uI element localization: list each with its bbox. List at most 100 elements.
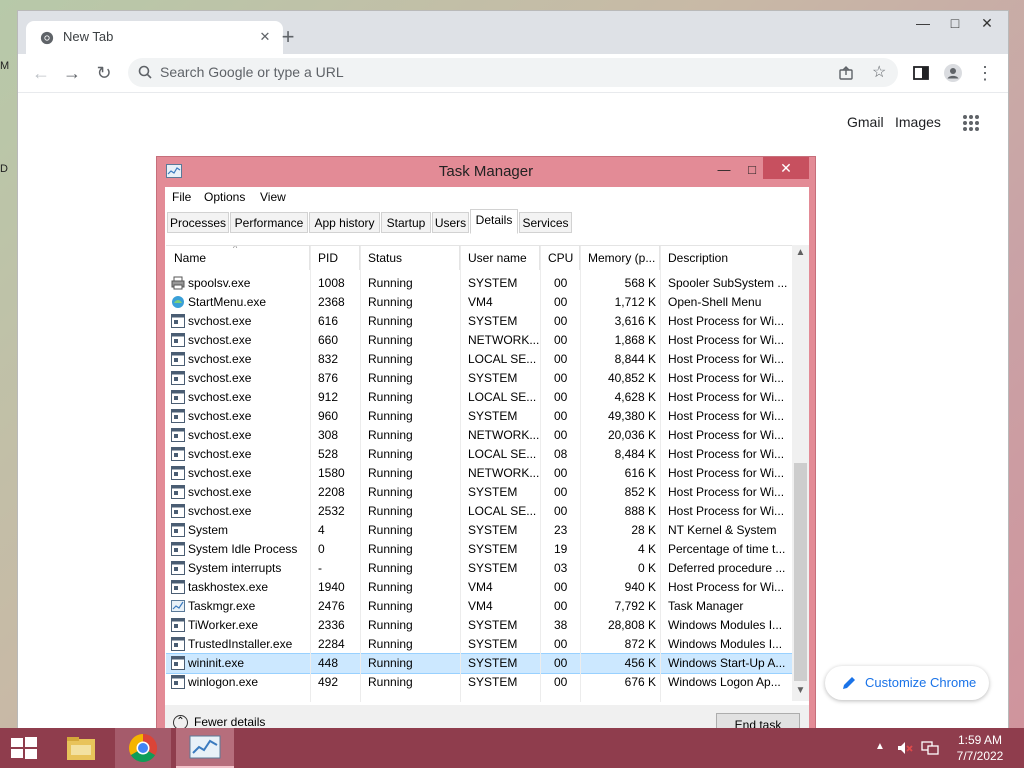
profile-icon[interactable] <box>943 63 963 83</box>
side-panel-icon[interactable] <box>911 63 931 83</box>
table-row[interactable]: wininit.exe 448 Running SYSTEM 00 456 K Window… <box>166 653 792 674</box>
process-icon <box>171 447 185 461</box>
cell-mem: 456 K <box>624 656 656 670</box>
new-tab-button[interactable]: + <box>276 25 300 49</box>
table-row[interactable]: svchost.exe 308 Running NETWORK... 00 20,036 … <box>166 426 792 445</box>
table-row[interactable]: winlogon.exe 492 Running SYSTEM 00 676 K Windo… <box>166 673 792 692</box>
col-header-pid[interactable]: PID <box>310 246 360 270</box>
cell-name: svchost.exe <box>188 504 252 518</box>
scroll-down-arrow-icon[interactable]: ▼ <box>792 685 809 696</box>
menu-options[interactable]: Options <box>204 190 245 204</box>
forward-icon[interactable]: → <box>60 62 84 84</box>
cell-desc: NT Kernel & System <box>668 523 777 537</box>
table-row[interactable]: System 4 Running SYSTEM 23 28 K NT Kernel & Sy… <box>166 521 792 540</box>
minimize-button[interactable]: — <box>908 11 938 35</box>
table-row[interactable]: svchost.exe 876 Running SYSTEM 00 40,852 K Hos… <box>166 369 792 388</box>
chrome-toolbar: ← → ↻ Search Google or type a URL ☆ ⋮ <box>18 54 1008 93</box>
tm-minimize-button[interactable]: — <box>713 160 735 180</box>
table-row[interactable]: TrustedInstaller.exe 2284 Running SYSTEM 00 8… <box>166 635 792 654</box>
images-link[interactable]: Images <box>895 114 941 130</box>
cell-mem: 4 K <box>637 542 656 556</box>
cell-desc: Windows Modules I... <box>668 637 783 651</box>
table-row[interactable]: taskhostex.exe 1940 Running VM4 00 940 K Host … <box>166 578 792 597</box>
taskbar-file-explorer[interactable] <box>55 728 107 768</box>
tm-maximize-button[interactable]: □ <box>741 160 763 180</box>
cell-user: LOCAL SE... <box>468 352 537 366</box>
taskbar-chrome[interactable] <box>115 728 171 768</box>
vertical-scrollbar[interactable]: ▲ ▼ <box>792 245 809 701</box>
table-row[interactable]: System Idle Process 0 Running SYSTEM 19 4 K Pe… <box>166 540 792 559</box>
clock-date: 7/7/2022 <box>956 749 1004 763</box>
windows-start-icon[interactable] <box>10 736 38 760</box>
cell-status: Running <box>368 333 413 347</box>
tab-app-history[interactable]: App history <box>309 212 380 233</box>
cell-status: Running <box>368 599 413 613</box>
taskbar-task-manager[interactable] <box>176 728 234 768</box>
tab-close-icon[interactable]: ✕ <box>255 27 275 47</box>
menu-view[interactable]: View <box>260 190 286 204</box>
table-row[interactable]: spoolsv.exe 1008 Running SYSTEM 00 568 K Spool… <box>166 274 792 293</box>
table-row[interactable]: svchost.exe 832 Running LOCAL SE... 00 8,844 … <box>166 350 792 369</box>
col-header-user-name[interactable]: User name <box>460 246 540 270</box>
back-icon[interactable]: ← <box>29 62 53 84</box>
table-row[interactable]: svchost.exe 660 Running NETWORK... 00 1,868 K… <box>166 331 792 350</box>
table-row[interactable]: svchost.exe 616 Running SYSTEM 00 3,616 K Host… <box>166 312 792 331</box>
google-apps-icon[interactable] <box>962 114 980 132</box>
tab-details[interactable]: Details <box>470 209 518 234</box>
share-icon[interactable] <box>838 65 854 81</box>
show-hidden-icons-icon[interactable]: ▲ <box>875 741 885 752</box>
gmail-link[interactable]: Gmail <box>847 114 884 130</box>
table-row[interactable]: TiWorker.exe 2336 Running SYSTEM 38 28,808 K W… <box>166 616 792 635</box>
scroll-up-arrow-icon[interactable]: ▲ <box>792 247 809 258</box>
table-row[interactable]: svchost.exe 1580 Running NETWORK... 00 616 K H… <box>166 464 792 483</box>
tm-close-button[interactable]: ✕ <box>763 157 809 179</box>
cell-mem: 20,036 K <box>607 428 656 442</box>
tab-new-tab[interactable]: New Tab ✕ <box>26 21 283 54</box>
cell-mem: 3,616 K <box>614 314 656 328</box>
table-row[interactable]: Taskmgr.exe 2476 Running VM4 00 7,792 K Task M… <box>166 597 792 616</box>
cell-pid: 876 <box>318 371 339 385</box>
table-row[interactable]: svchost.exe 960 Running SYSTEM 00 49,380 K Hos… <box>166 407 792 426</box>
tab-startup[interactable]: Startup <box>381 212 431 233</box>
table-row[interactable]: System interrupts - Running SYSTEM 03 0 K Defe… <box>166 559 792 578</box>
maximize-button[interactable]: □ <box>940 11 970 35</box>
col-header-cpu[interactable]: CPU <box>540 246 580 270</box>
col-header-memory[interactable]: Memory (p... <box>580 246 660 270</box>
table-row[interactable]: svchost.exe 528 Running LOCAL SE... 08 8,484 … <box>166 445 792 464</box>
cell-pid: 2368 <box>318 295 345 309</box>
omnibox[interactable]: Search Google or type a URL ☆ <box>128 58 898 87</box>
column-separator <box>360 246 361 702</box>
cell-status: Running <box>368 428 413 442</box>
cell-status: Running <box>368 276 413 290</box>
process-icon <box>171 561 185 575</box>
customize-chrome-button[interactable]: Customize Chrome <box>825 666 989 700</box>
col-header-description[interactable]: Description <box>660 246 792 270</box>
tab-processes[interactable]: Processes <box>167 212 229 233</box>
taskbar-clock[interactable]: 1:59 AM 7/7/2022 <box>950 732 1010 764</box>
cell-desc: Host Process for Wi... <box>668 314 785 328</box>
reload-icon[interactable]: ↻ <box>92 62 116 84</box>
close-button[interactable]: ✕ <box>972 11 1002 35</box>
table-row[interactable]: StartMenu.exe 2368 Running VM4 00 1,712 K Open… <box>166 293 792 312</box>
cell-pid: 616 <box>318 314 339 328</box>
scroll-thumb[interactable] <box>794 463 807 681</box>
bookmark-star-icon[interactable]: ☆ <box>872 62 886 82</box>
chrome-menu-icon[interactable]: ⋮ <box>975 63 995 83</box>
cell-cpu: 03 <box>554 561 568 575</box>
table-row[interactable]: svchost.exe 2208 Running SYSTEM 00 852 K Host … <box>166 483 792 502</box>
cell-status: Running <box>368 618 413 632</box>
table-row[interactable]: svchost.exe 2532 Running LOCAL SE... 00 888 K… <box>166 502 792 521</box>
tab-performance[interactable]: Performance <box>230 212 308 233</box>
cell-mem: 568 K <box>624 276 656 290</box>
network-icon[interactable] <box>921 740 939 756</box>
task-manager-window: Task Manager — □ ✕ File Options View Pro… <box>156 156 816 757</box>
menu-file[interactable]: File <box>172 190 191 204</box>
process-icon <box>171 409 185 423</box>
col-header-name[interactable]: Name <box>166 246 310 270</box>
tab-users[interactable]: Users <box>432 212 469 233</box>
table-row[interactable]: svchost.exe 912 Running LOCAL SE... 00 4,628 … <box>166 388 792 407</box>
tab-services[interactable]: Services <box>519 212 572 233</box>
col-header-status[interactable]: Status <box>360 246 460 270</box>
process-icon <box>171 352 185 366</box>
volume-muted-icon[interactable] <box>897 740 913 756</box>
